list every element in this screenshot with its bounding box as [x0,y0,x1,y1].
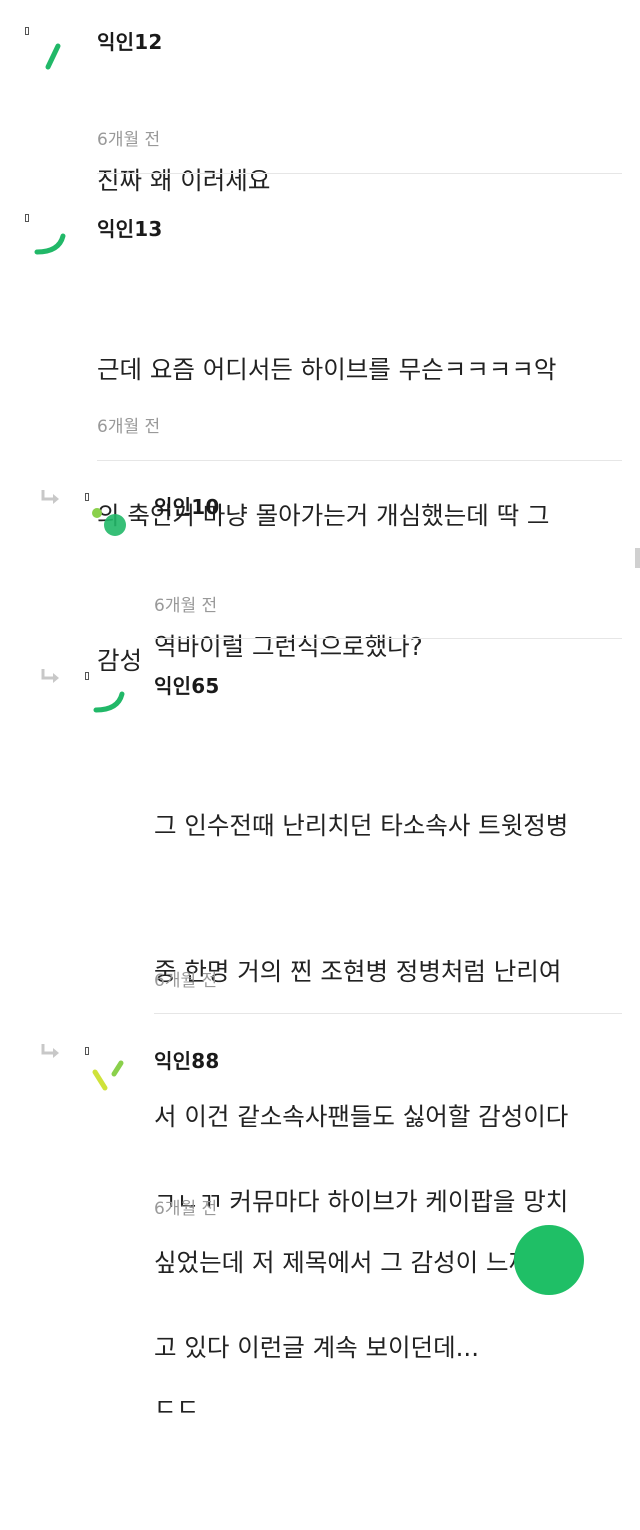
comment-text-line: 근데 요즘 어디서든 하이브를 무슨ㅋㅋㅋㅋ악 [97,355,557,384]
green-arc-icon[interactable] [84,674,134,730]
divider [154,1013,622,1014]
comment-author[interactable]: 익인12 [97,26,162,55]
comment-text-line: 중 한명 거의 찐 조현병 정병처럼 난리여 [154,956,562,986]
comment-time: 6개월 전 [97,130,161,150]
comment-text-line: 고 있다 이런글 계속 보이던데... [154,1332,479,1362]
comment-author[interactable]: 익인13 [97,213,162,242]
reply-arrow-icon [40,1042,62,1062]
divider [97,173,622,174]
scrollbar-indicator[interactable] [635,548,640,568]
badge-marker-icon [25,27,29,35]
divider [154,638,622,639]
comment-text-line: 진짜 왜 이러세요 [97,166,271,195]
comment-text-line: ㄱㄴㄲ 커뮤마다 하이브가 케이팝을 망치 [154,1187,569,1216]
yellow-slash-icon[interactable] [86,1050,136,1106]
comment-text-line: 역바이럴 그런식으로했나? [154,632,423,661]
floating-action-button[interactable] [514,1225,584,1295]
reply-arrow-icon [40,667,62,687]
comment-time: 6개월 전 [154,1199,218,1219]
comment-time: 6개월 전 [97,417,161,437]
divider [97,460,622,461]
comment-author[interactable]: 익인88 [154,1045,219,1074]
green-arc-icon[interactable] [25,212,75,268]
comment-author[interactable]: 익인65 [154,670,219,699]
comment-author[interactable]: 익인10 [154,491,219,520]
green-slash-icon[interactable] [30,30,80,86]
green-dots-icon[interactable] [86,500,136,556]
comment-text-line: 그 인수전때 난리치던 타소속사 트윗정병 [154,811,569,840]
comment-time: 6개월 전 [154,596,218,616]
comment-time: 6개월 전 [154,971,218,991]
reply-arrow-icon [40,488,62,508]
